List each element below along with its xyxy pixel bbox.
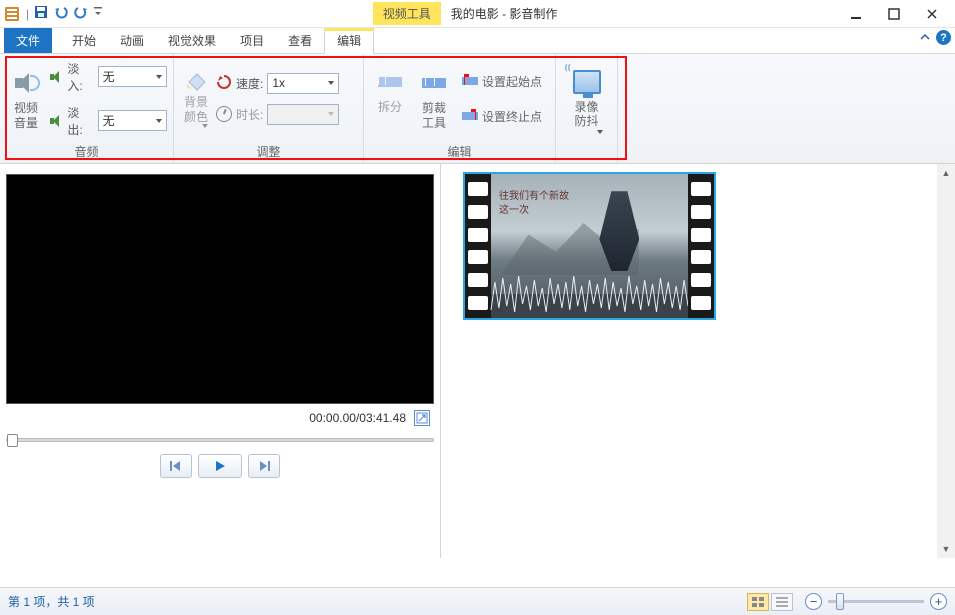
preview-video-display[interactable]: [6, 174, 434, 404]
tab-view[interactable]: 查看: [276, 28, 324, 53]
set-end-button[interactable]: 设置终止点: [458, 106, 546, 127]
monitor-icon: ⦅⦅: [571, 66, 603, 98]
clip-thumbnail[interactable]: 往我们有个新故 这一次: [463, 172, 716, 320]
split-icon: [374, 66, 406, 98]
speed-label: 速度:: [236, 75, 263, 92]
split-button: 拆分: [370, 64, 410, 132]
close-button[interactable]: [913, 2, 951, 26]
speaker-icon: [10, 67, 42, 99]
ribbon-group-editing: 拆分 剪裁 工具 设置起始点 设置终止点: [364, 54, 556, 163]
play-button[interactable]: [198, 454, 242, 478]
quick-access-toolbar: [33, 4, 103, 23]
seek-slider[interactable]: [6, 432, 434, 454]
group-label-audio: 音频: [6, 141, 167, 163]
seek-thumb[interactable]: [7, 434, 18, 447]
fade-out-dropdown[interactable]: 无: [98, 110, 167, 131]
group-label-adjust: 调整: [180, 141, 357, 163]
window-controls: [837, 2, 951, 26]
film-sprocket-right: [688, 174, 714, 318]
fade-in-label: 淡入:: [67, 60, 93, 94]
separator: |: [26, 7, 29, 21]
speed-dropdown[interactable]: 1x: [267, 73, 339, 94]
status-bar: 第 1 项，共 1 项 − +: [0, 587, 955, 615]
set-start-icon: [462, 77, 478, 85]
view-thumbnails-button[interactable]: [747, 593, 769, 611]
fade-out-label: 淡出:: [67, 104, 93, 138]
zoom-slider[interactable]: [828, 600, 924, 603]
help-icon[interactable]: ?: [936, 30, 951, 45]
crop-icon: [418, 67, 450, 99]
zoom-control: − +: [805, 593, 947, 610]
tab-edit[interactable]: 编辑: [324, 28, 374, 54]
clip-subtitle: 往我们有个新故 这一次: [499, 190, 569, 218]
zoom-thumb[interactable]: [836, 593, 844, 610]
film-sprocket-left: [465, 174, 491, 318]
save-icon[interactable]: [33, 4, 49, 23]
app-icon: [4, 6, 20, 22]
ribbon-right-controls: ?: [920, 30, 951, 45]
set-start-button[interactable]: 设置起始点: [458, 71, 546, 92]
ribbon-tabstrip: 文件 开始 动画 视觉效果 项目 查看 编辑 ?: [0, 28, 955, 54]
tab-project[interactable]: 项目: [228, 28, 276, 53]
zoom-out-button[interactable]: −: [805, 593, 822, 610]
view-details-button[interactable]: [771, 593, 793, 611]
tab-home[interactable]: 开始: [60, 28, 108, 53]
scroll-down-icon[interactable]: ▼: [937, 540, 955, 558]
set-end-icon: [462, 112, 478, 120]
minimize-button[interactable]: [837, 2, 875, 26]
group-label-editing: 编辑: [370, 141, 549, 163]
time-position: 00:00.00/03:41.48: [309, 411, 406, 425]
tab-animations[interactable]: 动画: [108, 28, 156, 53]
clock-icon: [216, 106, 232, 122]
speed-icon: [216, 74, 232, 93]
video-volume-button[interactable]: 视频 音量: [6, 65, 46, 132]
title-center: 视频工具 我的电影 - 影音制作: [103, 2, 837, 25]
collapse-ribbon-icon[interactable]: [920, 31, 930, 45]
duration-label: 时长:: [236, 106, 263, 123]
qat-customize-icon[interactable]: [93, 5, 103, 22]
fade-in-icon: [50, 71, 63, 83]
preview-pane: 00:00.00/03:41.48: [0, 164, 440, 558]
ribbon-group-stabilize: ⦅⦅ 录像 防抖: [556, 54, 618, 163]
vertical-scrollbar[interactable]: ▲ ▼: [937, 164, 955, 558]
fade-out-icon: [50, 115, 63, 127]
contextual-tab-label: 视频工具: [373, 2, 441, 25]
title-bar: | 视频工具 我的电影 - 影音制作: [0, 0, 955, 28]
crop-tool-button[interactable]: 剪裁 工具: [414, 65, 454, 132]
prev-frame-button[interactable]: [160, 454, 192, 478]
zoom-in-button[interactable]: +: [930, 593, 947, 610]
storyboard-pane[interactable]: 往我们有个新故 这一次 ▲ ▼: [440, 164, 955, 558]
next-frame-button[interactable]: [248, 454, 280, 478]
paint-bucket-icon: [184, 69, 208, 93]
ribbon-group-adjust: 背景 颜色 速度: 1x 时长:: [174, 54, 364, 163]
fullscreen-icon[interactable]: [414, 410, 430, 426]
status-text: 第 1 项，共 1 项: [8, 593, 95, 610]
bg-color-button: 背景 颜色: [180, 67, 212, 130]
fade-in-dropdown[interactable]: 无: [98, 66, 167, 87]
content-area: 00:00.00/03:41.48 往我们有个新故 这一次: [0, 164, 955, 558]
scroll-up-icon[interactable]: ▲: [937, 164, 955, 182]
duration-dropdown: [267, 104, 339, 125]
file-tab[interactable]: 文件: [4, 28, 52, 53]
maximize-button[interactable]: [875, 2, 913, 26]
undo-icon[interactable]: [53, 4, 69, 23]
audio-waveform: [491, 270, 688, 318]
playback-controls: [6, 454, 434, 478]
ribbon-group-audio: 视频 音量 淡入: 无 淡出: 无: [0, 54, 174, 163]
stabilize-button[interactable]: ⦅⦅ 录像 防抖: [567, 64, 607, 137]
tab-visual-effects[interactable]: 视觉效果: [156, 28, 228, 53]
time-display-row: 00:00.00/03:41.48: [6, 404, 434, 432]
window-title: 我的电影 - 影音制作: [441, 2, 568, 25]
ribbon: 视频 音量 淡入: 无 淡出: 无: [0, 54, 955, 164]
view-toggle: [747, 593, 793, 611]
redo-icon[interactable]: [73, 4, 89, 23]
